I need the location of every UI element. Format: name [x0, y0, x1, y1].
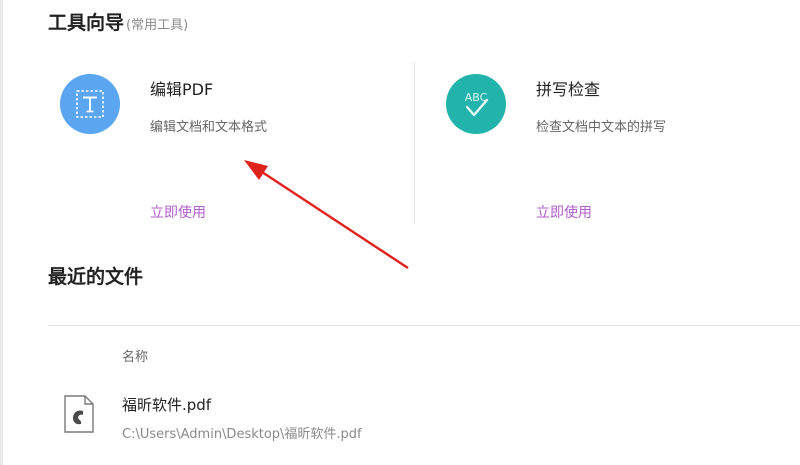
- recent-files-title: 最近的文件: [48, 266, 144, 288]
- tool-card-edit-pdf[interactable]: 编辑PDF 编辑文档和文本格式 立即使用: [48, 62, 414, 227]
- tool-description: 编辑文档和文本格式: [150, 120, 268, 135]
- recent-file-row[interactable]: 福昕软件.pdf C:\Users\Admin\Desktop\福昕软件.pdf: [48, 380, 800, 450]
- tool-guide-subtitle: (常用工具): [126, 18, 189, 33]
- pdf-file-icon: [62, 394, 96, 438]
- tool-guide-title: 工具向导: [48, 12, 125, 34]
- use-now-link[interactable]: 立即使用: [150, 202, 206, 222]
- file-name: 福昕软件.pdf: [122, 396, 212, 414]
- spell-check-icon: ABC: [446, 74, 506, 134]
- tool-description: 检查文档中文本的拼写: [536, 120, 667, 135]
- use-now-link[interactable]: 立即使用: [536, 202, 592, 222]
- tool-divider: [414, 62, 415, 224]
- tool-card-spell-check[interactable]: ABC 拼写检查 检查文档中文本的拼写 立即使用: [430, 62, 800, 227]
- edit-text-icon: [60, 74, 120, 134]
- name-column-header[interactable]: 名称: [122, 346, 148, 365]
- tool-guide-heading: 工具向导 (常用工具): [48, 8, 188, 35]
- tool-name: 拼写检查: [536, 80, 601, 99]
- window-left-edge: [0, 0, 3, 465]
- file-path: C:\Users\Admin\Desktop\福昕软件.pdf: [122, 427, 362, 442]
- recent-files-divider: [48, 325, 800, 326]
- tool-name: 编辑PDF: [150, 80, 214, 99]
